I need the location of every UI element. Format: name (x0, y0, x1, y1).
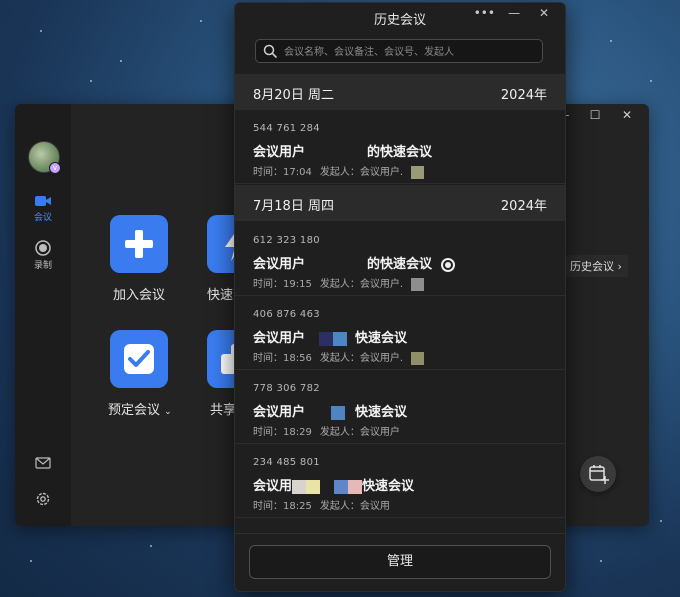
date-header: 7月18日 周四 2024年 (235, 185, 565, 221)
meeting-id: 778 306 782 (253, 383, 320, 394)
meeting-meta: 时间：17:04 发起人：会议用户. (253, 163, 425, 179)
meeting-title: 会议用户 的快速会议 (253, 253, 455, 272)
history-meetings-link[interactable]: 历史会议 › (562, 255, 628, 277)
chevron-down-icon: ⌄ (164, 407, 172, 417)
sidebar-item-label: 会议 (33, 213, 52, 223)
meeting-id: 544 761 284 (253, 123, 320, 134)
minimize-icon[interactable]: — (501, 6, 527, 20)
calendar-add-icon (589, 465, 609, 484)
chevron-right-icon: › (617, 260, 622, 273)
join-meeting-label: 加入会议 (113, 288, 166, 303)
close-icon[interactable]: ✕ (531, 6, 557, 20)
search-box (255, 39, 543, 63)
gear-icon[interactable] (35, 491, 51, 507)
add-calendar-button[interactable] (580, 456, 616, 492)
check-icon (124, 344, 154, 374)
schedule-meeting-button[interactable] (110, 330, 168, 388)
share-screen-label: 共享 (210, 403, 237, 418)
video-camera-icon (35, 196, 51, 206)
manage-button[interactable]: 管理 (249, 545, 551, 579)
meeting-title: 会议用 快速会议 (253, 479, 415, 494)
meeting-title: 会议用户 快速会议 (253, 405, 408, 420)
meeting-meta: 时间：18:29 发起人：会议用户 (253, 427, 400, 438)
meeting-item[interactable]: 612 323 180 会议用户 的快速会议 时间：19:15 发起人：会议用户. (235, 223, 565, 296)
meeting-item[interactable]: 778 306 782 会议用户 快速会议 时间：18:29 发起人：会议用户 (235, 371, 565, 444)
join-meeting-button[interactable] (110, 215, 168, 273)
sidebar-item-record[interactable]: 录制 (15, 240, 71, 271)
maximize-icon[interactable]: ☐ (581, 108, 609, 122)
meeting-meta: 时间：18:25 发起人：会议用 (253, 501, 390, 512)
history-panel: 历史会议 ••• — ✕ 8月20日 周二 2024年 544 761 284 … (234, 2, 566, 592)
schedule-meeting-label[interactable]: 预定会议 ⌄ (108, 399, 172, 418)
more-icon[interactable]: ••• (471, 6, 497, 20)
live-indicator-icon (440, 257, 455, 272)
plus-icon (125, 230, 153, 258)
meeting-title: 会议用户 快速会议 (253, 331, 408, 346)
meeting-id: 234 485 801 (253, 457, 320, 468)
meeting-meta: 时间：19:15 发起人：会议用户. (253, 275, 432, 291)
meeting-meta: 时间：18:56 发起人：会议用户. (253, 349, 432, 365)
sidebar: v 会议 录制 (15, 104, 71, 526)
sidebar-item-label: 录制 (33, 261, 52, 271)
search-icon (263, 44, 277, 58)
meeting-item[interactable]: 544 761 284 会议用户 的快速会议 时间：17:04 发起人：会议用户. (235, 111, 565, 184)
meeting-id: 406 876 463 (253, 309, 320, 320)
meeting-title: 会议用户 的快速会议 (253, 145, 433, 160)
date-header: 8月20日 周二 2024年 (235, 74, 565, 110)
panel-controls: ••• — ✕ (471, 6, 557, 20)
close-icon[interactable]: ✕ (613, 108, 641, 122)
sidebar-item-meeting[interactable]: 会议 (15, 194, 71, 223)
mail-icon[interactable] (35, 457, 51, 469)
panel-divider (235, 533, 565, 534)
search-input[interactable] (282, 42, 541, 62)
record-icon (35, 240, 51, 256)
meeting-item[interactable]: 234 485 801 会议用 快速会议 时间：18:25 发起人：会议用 (235, 445, 565, 518)
meeting-id: 612 323 180 (253, 235, 320, 246)
meeting-item[interactable]: 406 876 463 会议用户 快速会议 时间：18:56 发起人：会议用户. (235, 297, 565, 370)
avatar-badge: v (49, 162, 61, 174)
